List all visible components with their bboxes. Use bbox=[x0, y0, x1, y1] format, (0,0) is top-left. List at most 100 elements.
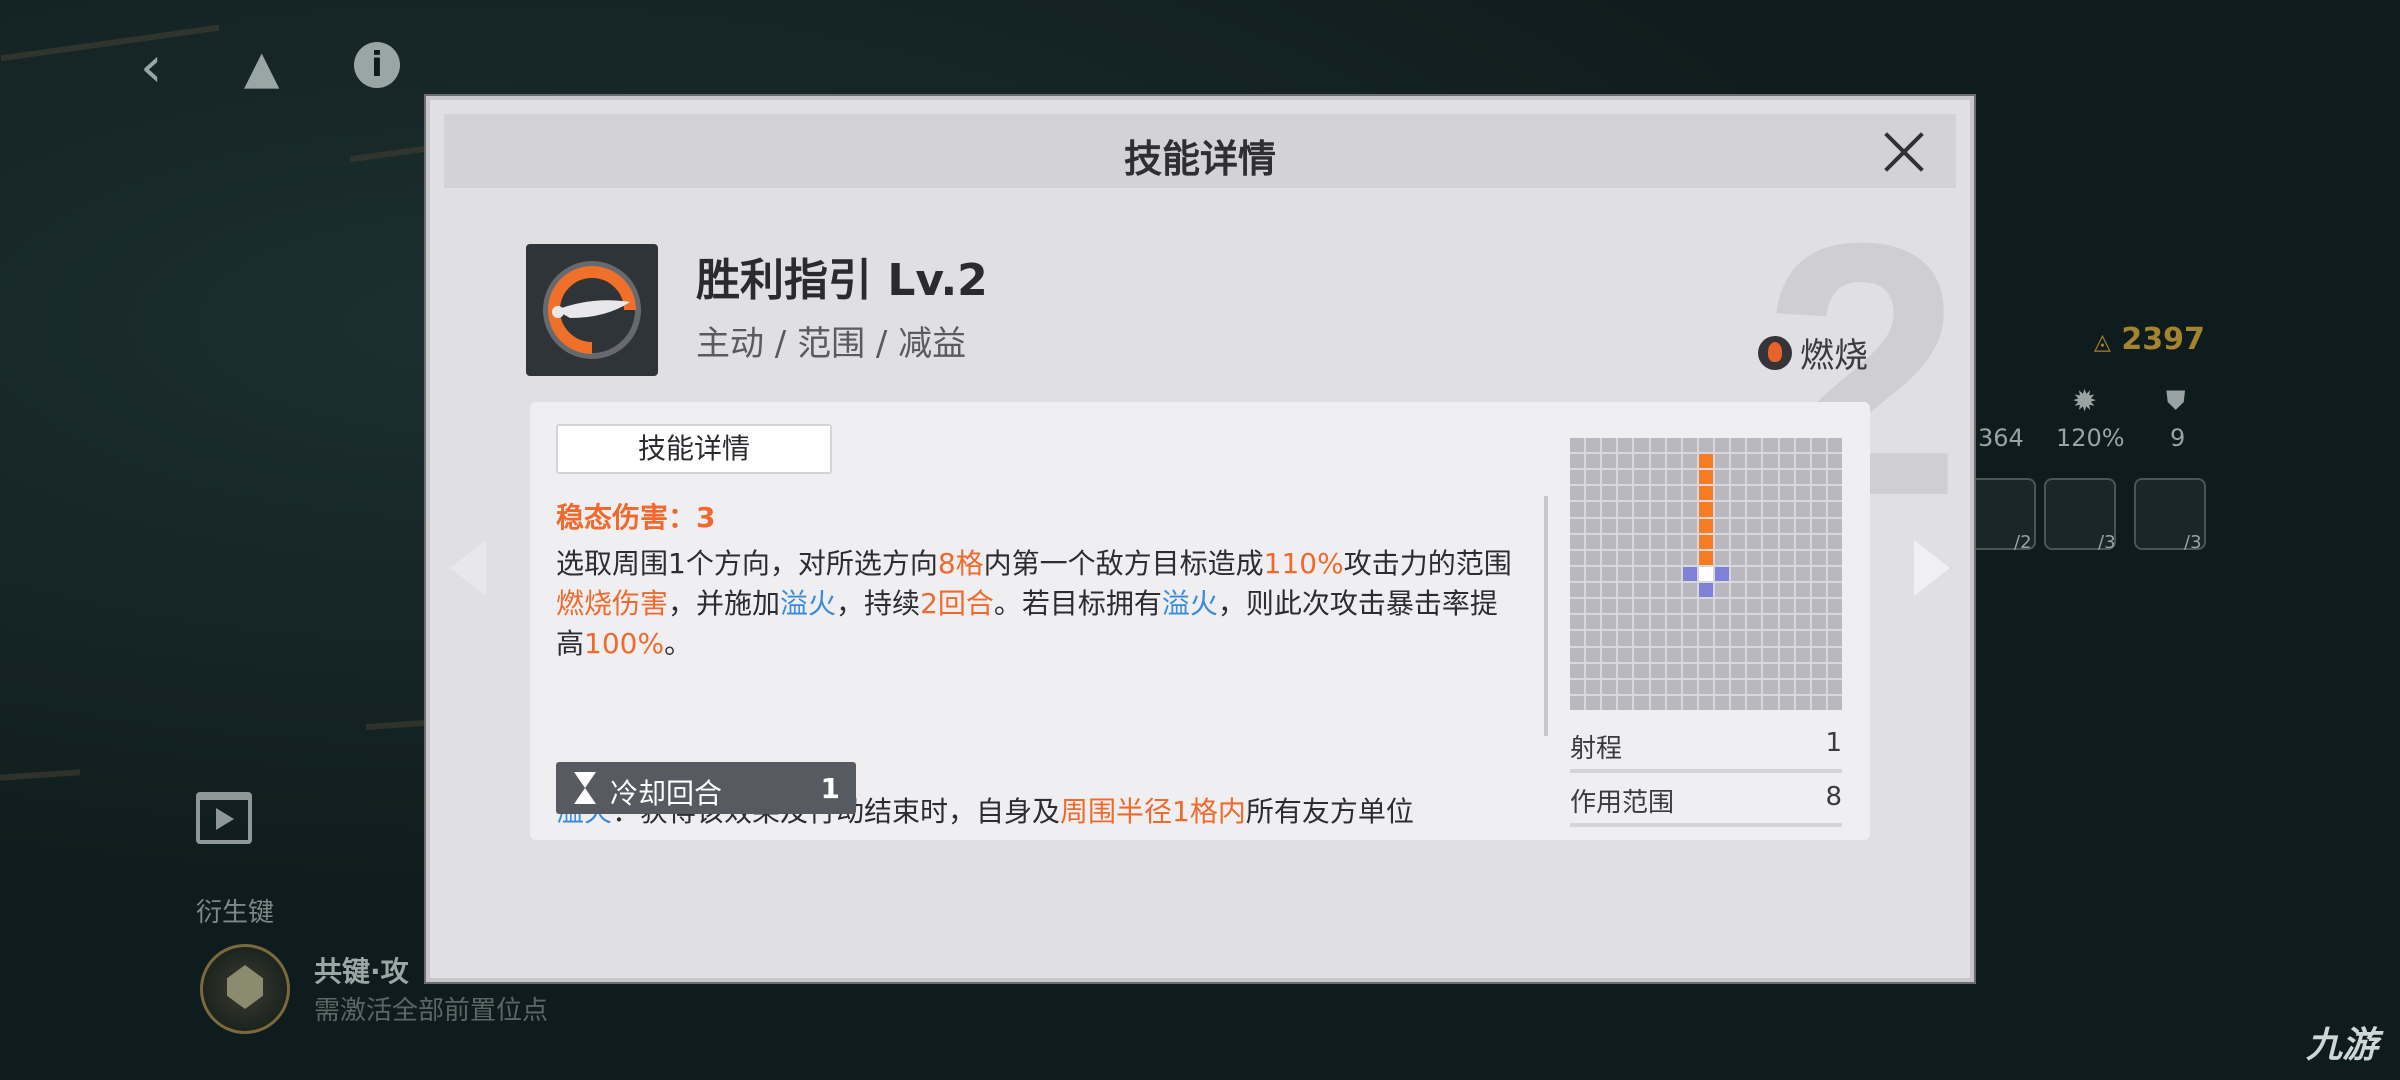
grid-cell bbox=[1602, 663, 1617, 678]
grid-cell bbox=[1586, 454, 1601, 469]
grid-cell bbox=[1666, 599, 1681, 614]
grid-cell bbox=[1634, 550, 1649, 565]
grid-cell bbox=[1795, 679, 1810, 694]
grid-cell bbox=[1602, 583, 1617, 598]
tab-skill-detail[interactable]: 技能详情 bbox=[556, 424, 832, 474]
shared-key-badge-icon[interactable] bbox=[200, 944, 290, 1034]
grid-cell bbox=[1827, 583, 1842, 598]
grid-cell bbox=[1731, 518, 1746, 533]
grid-cell bbox=[1602, 438, 1617, 453]
grid-cell bbox=[1731, 550, 1746, 565]
grid-cell bbox=[1747, 679, 1762, 694]
grid-cell bbox=[1586, 470, 1601, 485]
grid-cell bbox=[1827, 647, 1842, 662]
grid-cell bbox=[1650, 566, 1665, 582]
next-skill-arrow-icon[interactable] bbox=[1914, 540, 1950, 596]
grid-cell bbox=[1811, 615, 1826, 630]
grid-cell bbox=[1731, 599, 1746, 614]
desc-text: 所有友方单位 bbox=[1245, 795, 1414, 828]
grid-cell bbox=[1570, 631, 1585, 646]
grid-cell bbox=[1586, 631, 1601, 646]
grid-cell bbox=[1763, 599, 1778, 614]
grid-cell bbox=[1715, 663, 1730, 678]
grid-cell bbox=[1570, 438, 1585, 453]
prev-skill-arrow-icon[interactable] bbox=[450, 540, 486, 596]
grid-cell bbox=[1827, 599, 1842, 614]
grid-cell bbox=[1682, 679, 1697, 694]
grid-cell bbox=[1618, 583, 1633, 598]
flame-icon bbox=[1758, 335, 1792, 370]
grid-cell bbox=[1682, 454, 1697, 469]
grid-cell bbox=[1747, 470, 1762, 485]
grid-cell bbox=[1795, 583, 1810, 598]
grid-cell bbox=[1731, 663, 1746, 678]
grid-cell bbox=[1682, 486, 1697, 501]
video-play-icon[interactable] bbox=[196, 792, 252, 844]
grid-cell bbox=[1698, 486, 1714, 501]
grid-cell bbox=[1634, 695, 1649, 710]
grid-cell bbox=[1650, 518, 1665, 533]
grid-cell bbox=[1779, 599, 1794, 614]
grid-cell bbox=[1747, 599, 1762, 614]
desc-keyword[interactable]: 溢火 bbox=[1162, 587, 1218, 620]
element-tag: 燃烧 bbox=[1758, 328, 1868, 377]
grid-cell bbox=[1570, 599, 1585, 614]
grid-cell bbox=[1650, 583, 1665, 598]
info-icon[interactable]: i bbox=[354, 42, 400, 88]
grid-cell bbox=[1715, 438, 1730, 453]
grid-cell bbox=[1650, 486, 1665, 501]
grid-cell bbox=[1698, 583, 1714, 598]
drive-icon[interactable]: ▲ bbox=[244, 44, 279, 90]
grid-cell bbox=[1795, 534, 1810, 549]
grid-cell bbox=[1570, 454, 1585, 469]
grid-cell bbox=[1795, 550, 1810, 565]
grid-cell bbox=[1650, 615, 1665, 630]
grid-cell bbox=[1811, 486, 1826, 501]
grid-cell bbox=[1747, 534, 1762, 549]
grid-cell bbox=[1618, 454, 1633, 469]
modal-title: 技能详情 bbox=[1123, 137, 1276, 181]
back-icon[interactable]: ‹ bbox=[140, 40, 162, 96]
description-scrollbar[interactable] bbox=[1544, 496, 1548, 736]
grid-cell bbox=[1779, 566, 1794, 582]
grid-cell bbox=[1682, 566, 1697, 582]
area-stat: 作用范围 8 bbox=[1570, 782, 1842, 827]
grid-cell bbox=[1779, 486, 1794, 501]
grid-cell bbox=[1827, 615, 1842, 630]
desc-keyword[interactable]: 溢火 bbox=[780, 587, 836, 620]
grid-cell bbox=[1618, 631, 1633, 646]
grid-cell bbox=[1666, 534, 1681, 549]
skill-detail-panel: 技能详情 稳态伤害：3 选取周围1个方向，对所选方向8格内第一个敌方目标造成11… bbox=[530, 402, 1870, 840]
range-stat: 射程 1 bbox=[1570, 728, 1842, 773]
skill-icon bbox=[526, 244, 658, 376]
grid-cell bbox=[1698, 647, 1714, 662]
grid-cell bbox=[1602, 486, 1617, 501]
skill-slot-count: /3 bbox=[2184, 532, 2202, 553]
grid-cell bbox=[1731, 583, 1746, 598]
desc-highlight: 周围半径1格内 bbox=[1060, 795, 1246, 828]
grid-cell bbox=[1586, 502, 1601, 517]
grid-cell bbox=[1698, 534, 1714, 549]
grid-cell bbox=[1731, 486, 1746, 501]
grid-cell bbox=[1650, 631, 1665, 646]
desc-highlight: 2回合 bbox=[920, 587, 994, 620]
grid-cell bbox=[1586, 599, 1601, 614]
grid-cell bbox=[1634, 534, 1649, 549]
grid-cell bbox=[1795, 470, 1810, 485]
grid-cell bbox=[1602, 615, 1617, 630]
grid-cell bbox=[1731, 454, 1746, 469]
grid-cell bbox=[1827, 486, 1842, 501]
grid-cell bbox=[1715, 470, 1730, 485]
grid-cell bbox=[1811, 679, 1826, 694]
grid-cell bbox=[1602, 631, 1617, 646]
grid-cell bbox=[1795, 438, 1810, 453]
grid-cell bbox=[1763, 534, 1778, 549]
grid-cell bbox=[1827, 695, 1842, 710]
shared-key-hint: 需激活全部前置位点 bbox=[314, 996, 549, 1026]
grid-cell bbox=[1795, 566, 1810, 582]
grid-cell bbox=[1811, 454, 1826, 469]
grid-cell bbox=[1763, 631, 1778, 646]
grid-cell bbox=[1602, 518, 1617, 533]
grid-cell bbox=[1747, 550, 1762, 565]
grid-cell bbox=[1827, 631, 1842, 646]
